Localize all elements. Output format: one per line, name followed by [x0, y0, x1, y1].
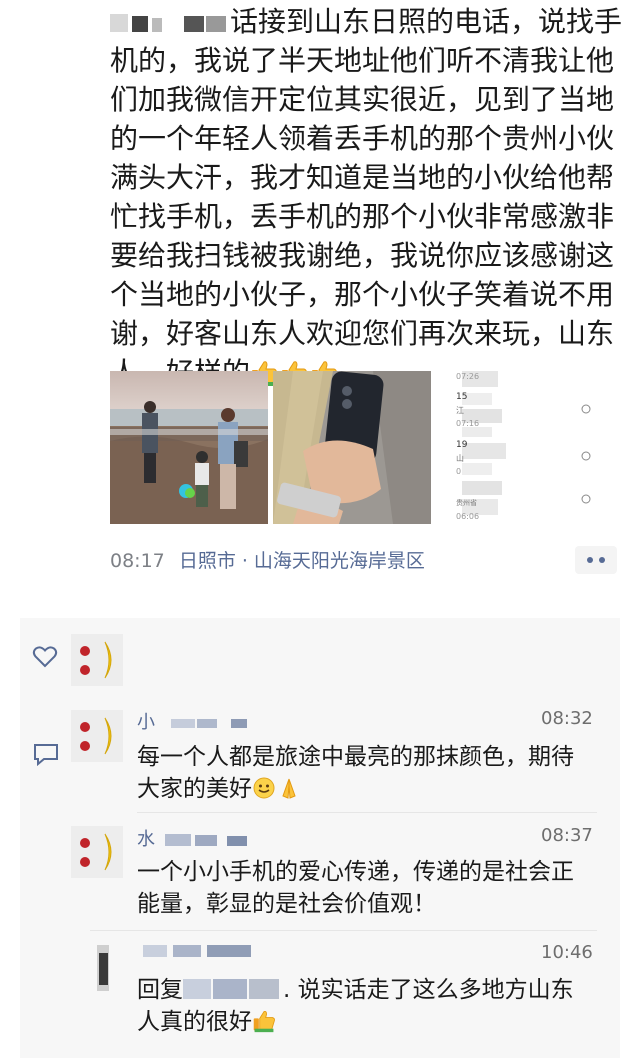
photo-beach[interactable]: [110, 371, 268, 524]
log-time-2: 07:16: [456, 419, 479, 428]
post-text: 话接到山东日照的电话，说找手 机的，我说了半天地址他们听不清我让他 们加我微信开…: [110, 2, 623, 392]
log-entry-2: 19: [456, 440, 468, 450]
comment-time: 08:32: [541, 708, 593, 729]
post-meta: 08:17 日照市 · 山海天阳光海岸景区: [110, 546, 425, 573]
blurred-name: [110, 14, 226, 32]
comment-line: 一个小小手机的爱心传递，传递的是社会正: [137, 859, 574, 885]
post-line-9: 谢，好客山东人欢迎您们再次来玩，山东: [110, 317, 615, 350]
avatar[interactable]: [71, 634, 123, 686]
post-line-text: 话接到山东日照的电话，说找手: [230, 5, 623, 38]
comment-author-name: 水: [137, 829, 155, 850]
phone-photo-image: [273, 371, 431, 524]
avatar[interactable]: [71, 826, 123, 878]
post-line-7: 要给我扫钱被我谢绝，我说你应该感谢这: [110, 239, 615, 272]
call-log-screenshot: 07:26 15 江 07:16 19 山 0 贵州省 06:06: [436, 371, 594, 524]
blurred-name: [170, 719, 247, 728]
comment-line: 能量，彰显的是社会价值观！: [137, 891, 436, 917]
more-icon[interactable]: [575, 546, 617, 574]
photo-call-log[interactable]: 07:26 15 江 07:16 19 山 0 贵州省 06:06: [436, 371, 594, 524]
log-location-1: 江: [456, 406, 464, 415]
post-line-2: 机的，我说了半天地址他们听不清我让他: [110, 44, 615, 77]
post-line-8: 个当地的小伙子，那个小伙子笑着说不用: [110, 278, 615, 311]
comment-author[interactable]: 水: [137, 825, 251, 850]
comment-line: 每一个人都是旅途中最亮的那抹颜色，期待: [137, 744, 574, 770]
comment-line: 大家的美好: [137, 773, 574, 805]
comment-time: 10:46: [541, 942, 593, 963]
comment-line-text: 人真的很好: [137, 1009, 252, 1035]
comment-divider: [90, 930, 597, 931]
comment-line: 回复 . 说实话走了这么多地方山东: [137, 974, 574, 1006]
log-time-1: 07:26: [456, 372, 479, 381]
photo-phone[interactable]: [273, 371, 431, 524]
beach-photo-image: [110, 371, 268, 524]
log-time-3: 0: [456, 467, 461, 476]
post-line-3: 们加我微信开定位其实很近，见到了当地: [110, 83, 615, 116]
avatar[interactable]: [71, 710, 123, 762]
post-time: 08:17: [110, 550, 165, 572]
comment-line: 人真的很好: [137, 1006, 574, 1038]
comment-divider: [137, 812, 597, 813]
blurred-name: [164, 834, 247, 846]
reply-prefix: 回复: [137, 977, 183, 1003]
comment-author-name: 小: [137, 712, 155, 733]
post-line-5: 满头大汗，我才知道是当地的小伙给他帮: [110, 161, 615, 194]
comment-author[interactable]: [137, 942, 257, 964]
avatar[interactable]: [95, 943, 113, 995]
comment-text: 每一个人都是旅途中最亮的那抹颜色，期待 大家的美好: [137, 741, 574, 805]
post-line-6: 忙找手机，丢手机的那个小伙非常感激非: [110, 200, 615, 233]
comment-author[interactable]: 小: [137, 708, 251, 733]
log-location-3: 贵州省: [456, 498, 477, 507]
comment-line-text: 大家的美好: [137, 776, 252, 802]
comment-text: 一个小小手机的爱心传递，传递的是社会正 能量，彰显的是社会价值观！: [137, 856, 574, 920]
post-line-1: 话接到山东日照的电话，说找手: [110, 2, 623, 41]
comment-line-text: . 说实话走了这么多地方山东: [283, 977, 574, 1003]
heart-icon: [32, 646, 58, 668]
post-location[interactable]: 日照市 · 山海天阳光海岸景区: [179, 550, 425, 572]
comment-time: 08:37: [541, 825, 593, 846]
blurred-name[interactable]: [183, 976, 283, 1002]
thumbs-up-icon: [253, 1010, 275, 1033]
blurred-name: [143, 945, 251, 957]
comment-icon: [34, 744, 58, 766]
comment-text: 回复 . 说实话走了这么多地方山东 人真的很好: [137, 974, 574, 1038]
smile-icon: [253, 777, 275, 799]
log-time-4: 06:06: [456, 512, 479, 521]
log-entry-1: 15: [456, 392, 467, 402]
log-location-2: 山: [456, 453, 464, 463]
post-line-4: 的一个年轻人领着丢手机的那个贵州小伙: [110, 122, 615, 155]
pray-hands-icon: [282, 778, 296, 799]
